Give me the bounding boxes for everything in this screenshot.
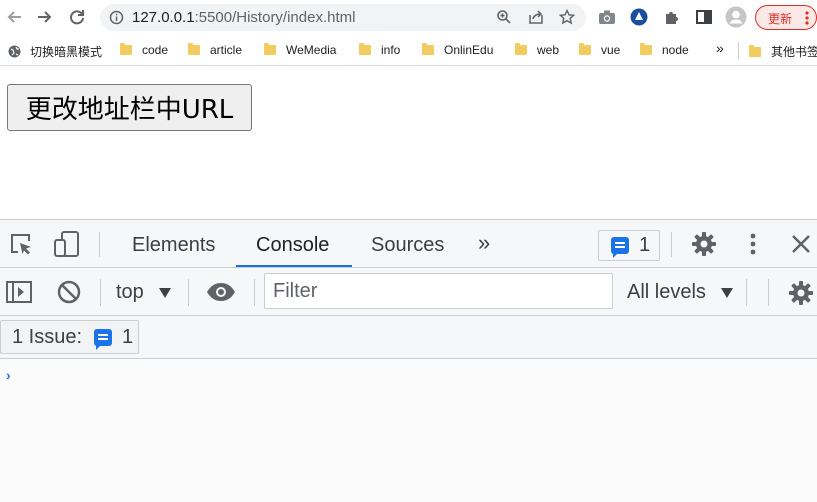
globe-icon <box>8 45 21 58</box>
address-bar[interactable]: 127.0.0.1:5500/History/index.html <box>100 4 586 31</box>
active-tab-indicator <box>236 265 352 267</box>
bookmark-dark-mode[interactable]: 切换暗黑模式 <box>8 43 102 60</box>
tab-sources[interactable]: Sources <box>371 234 444 257</box>
bookmark-folder-article[interactable]: article <box>188 43 242 57</box>
context-selector[interactable]: top <box>116 281 172 304</box>
folder-icon <box>188 43 200 55</box>
issues-bar: 1 Issue: 1 <box>0 316 817 359</box>
reload-icon[interactable] <box>66 6 88 28</box>
folder-icon <box>120 43 132 55</box>
bookmark-label: vue <box>601 43 621 57</box>
dropdown-arrow-icon <box>159 287 172 298</box>
star-icon[interactable] <box>559 9 575 25</box>
bookmark-label: OnlinEdu <box>444 43 494 57</box>
bookmark-label: 其他书签 <box>771 45 817 59</box>
zoom-icon[interactable] <box>496 9 512 25</box>
divider <box>738 42 739 59</box>
bookmark-label: WeMedia <box>286 43 337 57</box>
bookmark-folder-code[interactable]: code <box>120 43 168 57</box>
bookmark-folder-node[interactable]: node <box>640 43 689 57</box>
issues-count: 1 <box>639 234 651 256</box>
bookmark-label: info <box>381 43 401 57</box>
back-icon[interactable] <box>4 6 26 28</box>
dropdown-arrow-icon <box>721 287 734 298</box>
folder-icon <box>579 43 591 55</box>
console-settings-icon[interactable] <box>787 279 815 307</box>
sidebar-icon[interactable] <box>695 8 713 26</box>
levels-label: All levels <box>627 281 706 303</box>
divider <box>188 279 189 306</box>
url-text[interactable]: 127.0.0.1:5500/History/index.html <box>132 9 355 26</box>
bookmark-label: article <box>210 43 243 57</box>
avatar-icon[interactable] <box>725 6 747 28</box>
url-path: :5500/History/index.html <box>194 9 356 26</box>
devtools-panel: Elements Console Sources » 1 top Filter … <box>0 219 817 502</box>
page-viewport: 更改地址栏中URL <box>0 67 817 219</box>
folder-icon <box>640 43 652 55</box>
forward-icon[interactable] <box>33 6 55 28</box>
console-toolbar: top All levels <box>0 269 817 316</box>
eye-icon[interactable] <box>205 281 237 303</box>
kebab-menu-icon[interactable] <box>747 232 759 256</box>
bookmarks-more-button[interactable]: » <box>716 40 724 56</box>
message-icon <box>611 237 629 258</box>
kebab-icon <box>804 10 810 26</box>
update-label: 更新 <box>768 12 793 26</box>
more-tabs-button[interactable]: » <box>478 230 490 256</box>
issues-counter[interactable]: 1 <box>598 230 660 261</box>
issues-label: 1 Issue: <box>12 325 83 348</box>
bookmark-label: web <box>537 43 560 57</box>
clear-console-icon[interactable] <box>56 279 82 305</box>
divider <box>768 279 769 306</box>
bookmark-folder-info[interactable]: info <box>359 43 400 57</box>
bookmark-folder-onlinedu[interactable]: OnlinEdu <box>422 43 493 57</box>
info-icon[interactable] <box>109 10 124 25</box>
filter-input[interactable] <box>265 274 612 308</box>
divider <box>671 232 672 257</box>
device-toggle-icon[interactable] <box>52 230 82 258</box>
context-label: top <box>116 281 144 303</box>
inspect-icon[interactable] <box>8 231 34 257</box>
bookmark-label: node <box>662 43 689 57</box>
settings-gear-icon[interactable] <box>690 230 718 258</box>
divider <box>254 279 255 306</box>
bookmark-folder-web[interactable]: web <box>515 43 559 57</box>
bookmark-folder-wemedia[interactable]: WeMedia <box>264 43 336 57</box>
log-levels-dropdown[interactable]: All levels <box>627 281 734 304</box>
filter-field[interactable] <box>264 273 613 309</box>
message-icon <box>94 328 113 350</box>
close-icon[interactable] <box>790 233 812 255</box>
sidebar-toggle-icon[interactable] <box>5 279 33 305</box>
devtools-tabbar: Elements Console Sources » 1 <box>0 220 817 268</box>
url-host: 127.0.0.1 <box>132 9 195 26</box>
bookmark-folder-vue[interactable]: vue <box>579 43 620 57</box>
bookmark-label: 切换暗黑模式 <box>30 45 103 59</box>
folder-icon <box>515 43 527 55</box>
browser-toolbar: 127.0.0.1:5500/History/index.html 更新 <box>0 0 817 35</box>
folder-icon <box>422 43 434 55</box>
bookmark-label: code <box>142 43 169 57</box>
folder-icon <box>264 43 276 55</box>
change-url-button[interactable]: 更改地址栏中URL <box>7 84 252 131</box>
share-icon[interactable] <box>528 9 544 25</box>
profile-ext-icon[interactable] <box>630 8 648 26</box>
folder-icon <box>749 44 761 57</box>
divider <box>746 279 747 306</box>
camera-icon[interactable] <box>598 9 616 25</box>
issues-chip-count: 1 <box>122 325 134 348</box>
console-prompt[interactable]: › <box>6 367 11 383</box>
puzzle-icon[interactable] <box>663 8 681 26</box>
bookmark-folder-other[interactable]: 其他书签 <box>749 43 817 60</box>
folder-icon <box>359 43 371 55</box>
divider <box>99 232 100 257</box>
divider <box>100 279 101 306</box>
bookmarks-bar: 切换暗黑模式 code article WeMedia info OnlinEd… <box>0 35 817 66</box>
tab-elements[interactable]: Elements <box>132 234 215 257</box>
update-button[interactable]: 更新 <box>755 5 817 30</box>
tab-console[interactable]: Console <box>256 234 329 257</box>
issues-link[interactable]: 1 Issue: 1 <box>0 320 139 354</box>
